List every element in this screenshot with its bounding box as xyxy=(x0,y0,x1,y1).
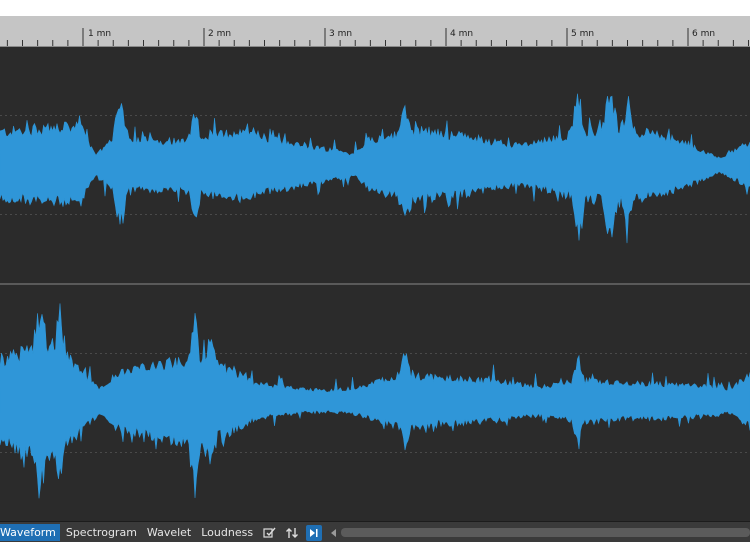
ruler-ticks xyxy=(6,28,749,46)
horizontal-scrollbar[interactable] xyxy=(341,528,750,537)
waveform-channel-1-plot xyxy=(0,93,750,244)
timeline-ruler[interactable]: 1 mn 2 mn 3 mn 4 mn 5 mn 6 mn xyxy=(0,16,750,47)
tab-waveform[interactable]: Waveform xyxy=(0,524,60,541)
ruler-label-6: 6 mn xyxy=(692,29,716,39)
tab-spectrogram[interactable]: Spectrogram xyxy=(62,524,141,541)
editor-frame: 1 mn 2 mn 3 mn 4 mn 5 mn 6 mn Waveform S… xyxy=(0,16,750,542)
ruler-label-3: 3 mn xyxy=(329,29,353,39)
ruler-label-5: 5 mn xyxy=(571,29,595,39)
waveform-display[interactable] xyxy=(0,47,750,521)
waveform-channel-1[interactable] xyxy=(0,47,750,283)
view-mode-bar: Waveform Spectrogram Wavelet Loudness xyxy=(0,521,750,542)
ruler-label-1: 1 mn xyxy=(88,29,112,39)
waveform-channel-2-plot xyxy=(0,303,750,499)
play-region-icon[interactable] xyxy=(306,524,323,541)
tab-wavelet[interactable]: Wavelet xyxy=(143,524,195,541)
ruler-label-4: 4 mn xyxy=(450,29,474,39)
scroll-left-arrow-icon[interactable] xyxy=(329,526,339,540)
check-edit-icon[interactable] xyxy=(262,525,278,541)
swap-arrows-icon[interactable] xyxy=(284,525,300,541)
waveform-channel-2[interactable] xyxy=(0,285,750,521)
tab-loudness[interactable]: Loudness xyxy=(197,524,257,541)
ruler-label-2: 2 mn xyxy=(208,29,232,39)
